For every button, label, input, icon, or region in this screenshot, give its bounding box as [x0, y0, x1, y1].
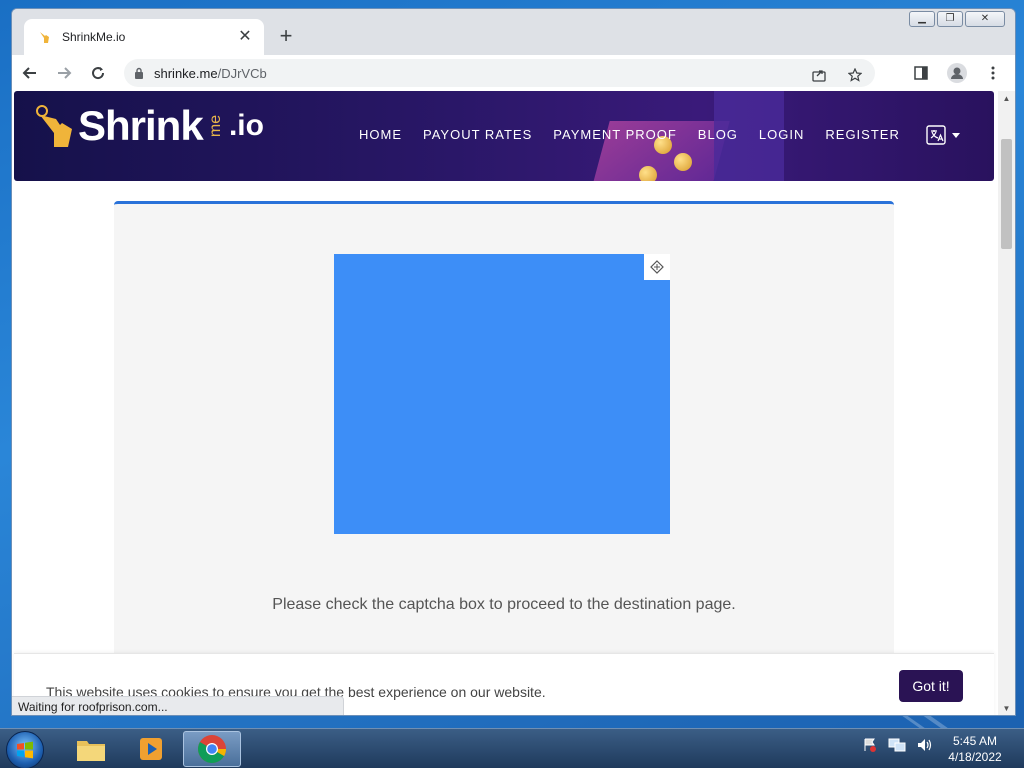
content-panel: Please check the captcha box to proceed …	[114, 201, 894, 715]
browser-tab[interactable]: ShrinkMe.io ✕	[24, 19, 264, 55]
action-center-flag-icon[interactable]	[862, 737, 878, 753]
clock-date: 4/18/2022	[948, 750, 1002, 764]
nav-login[interactable]: LOGIN	[759, 127, 804, 142]
forward-button[interactable]	[48, 57, 80, 89]
cookie-accept-button[interactable]: Got it!	[899, 670, 963, 702]
url-path: /DJrVCb	[217, 65, 267, 81]
url-text: shrinke.me/DJrVCb	[154, 66, 267, 81]
nav-blog[interactable]: BLOG	[698, 127, 738, 142]
side-panel-icon[interactable]	[907, 59, 935, 87]
caret-down-icon	[952, 132, 960, 138]
window-controls: ▁ ❐ ✕	[909, 11, 1005, 27]
logo-io: .io	[228, 109, 264, 142]
coin-decoration	[674, 153, 692, 171]
reload-button[interactable]	[82, 57, 114, 89]
site-header: Shrink me .io HOME PAYOUT RATES PAYMENT …	[14, 91, 994, 181]
close-window-button[interactable]: ✕	[965, 11, 1005, 27]
tab-close-icon[interactable]: ✕	[236, 29, 254, 45]
tab-title: ShrinkMe.io	[62, 30, 126, 44]
media-player-taskbar-button[interactable]	[122, 731, 180, 767]
folder-icon	[77, 741, 105, 761]
chrome-icon	[198, 735, 226, 763]
nav-register[interactable]: REGISTER	[825, 127, 899, 142]
media-player-icon	[140, 738, 162, 760]
explorer-taskbar-button[interactable]	[62, 731, 120, 767]
profile-avatar-icon[interactable]	[943, 59, 971, 87]
nav-payout-rates[interactable]: PAYOUT RATES	[423, 127, 532, 142]
scroll-down-icon[interactable]: ▼	[998, 701, 1015, 715]
clock-time: 5:45 AM	[952, 734, 998, 748]
language-selector[interactable]	[926, 125, 960, 145]
tab-strip: ShrinkMe.io ✕ + ▁ ❐ ✕	[12, 9, 1015, 55]
coin-decoration	[639, 166, 657, 181]
kebab-menu-icon[interactable]	[979, 59, 1007, 87]
omnibox-actions	[805, 61, 869, 89]
vertical-scrollbar[interactable]: ▲ ▼	[998, 91, 1015, 715]
logo-me: me	[206, 114, 224, 138]
back-arrow-icon	[22, 67, 36, 79]
captcha-message: Please check the captcha box to proceed …	[272, 596, 736, 613]
translate-icon	[926, 125, 946, 145]
shrinkme-favicon-icon	[36, 29, 52, 45]
adchoices-icon[interactable]	[644, 254, 670, 280]
maximize-button[interactable]: ❐	[937, 11, 963, 27]
status-bubble: Waiting for roofprison.com...	[12, 696, 344, 715]
browser-window: ShrinkMe.io ✕ + ▁ ❐ ✕ shrinke.me/DJrVCb	[11, 8, 1016, 716]
url-host: shrinke.me	[154, 65, 218, 81]
toolbar-right	[907, 59, 1007, 87]
chrome-taskbar-button[interactable]	[183, 731, 241, 767]
hand-logo-icon	[36, 105, 72, 147]
scroll-up-icon[interactable]: ▲	[998, 91, 1015, 107]
new-tab-button[interactable]: +	[274, 25, 298, 49]
reload-icon	[92, 67, 105, 80]
network-icon[interactable]	[888, 737, 906, 753]
captcha-ad-frame[interactable]	[334, 254, 670, 534]
start-button[interactable]	[6, 731, 44, 768]
volume-icon[interactable]	[916, 737, 932, 753]
bookmark-star-icon[interactable]	[841, 61, 869, 89]
nav-payment-proof[interactable]: PAYMENT PROOF	[553, 127, 677, 142]
taskbar-clock[interactable]: 5:45 AM 4/18/2022	[940, 733, 1010, 765]
site-logo[interactable]: Shrink me .io	[34, 101, 264, 151]
main-nav: HOME PAYOUT RATES PAYMENT PROOF BLOG LOG…	[359, 127, 900, 142]
share-icon[interactable]	[805, 61, 833, 89]
minimize-button[interactable]: ▁	[909, 11, 935, 27]
windows-logo-icon	[17, 741, 33, 759]
address-bar[interactable]: shrinke.me/DJrVCb	[124, 59, 875, 87]
scroll-thumb[interactable]	[1001, 139, 1012, 249]
lock-icon	[135, 67, 143, 79]
browser-toolbar: shrinke.me/DJrVCb	[12, 55, 1015, 91]
back-button[interactable]	[14, 57, 46, 89]
page-viewport: Shrink me .io HOME PAYOUT RATES PAYMENT …	[12, 91, 1015, 715]
taskbar: 5:45 AM 4/18/2022	[0, 728, 1024, 768]
logo-text: Shrink	[78, 102, 204, 149]
forward-arrow-icon	[58, 67, 72, 79]
system-tray	[862, 737, 932, 753]
nav-home[interactable]: HOME	[359, 127, 402, 142]
